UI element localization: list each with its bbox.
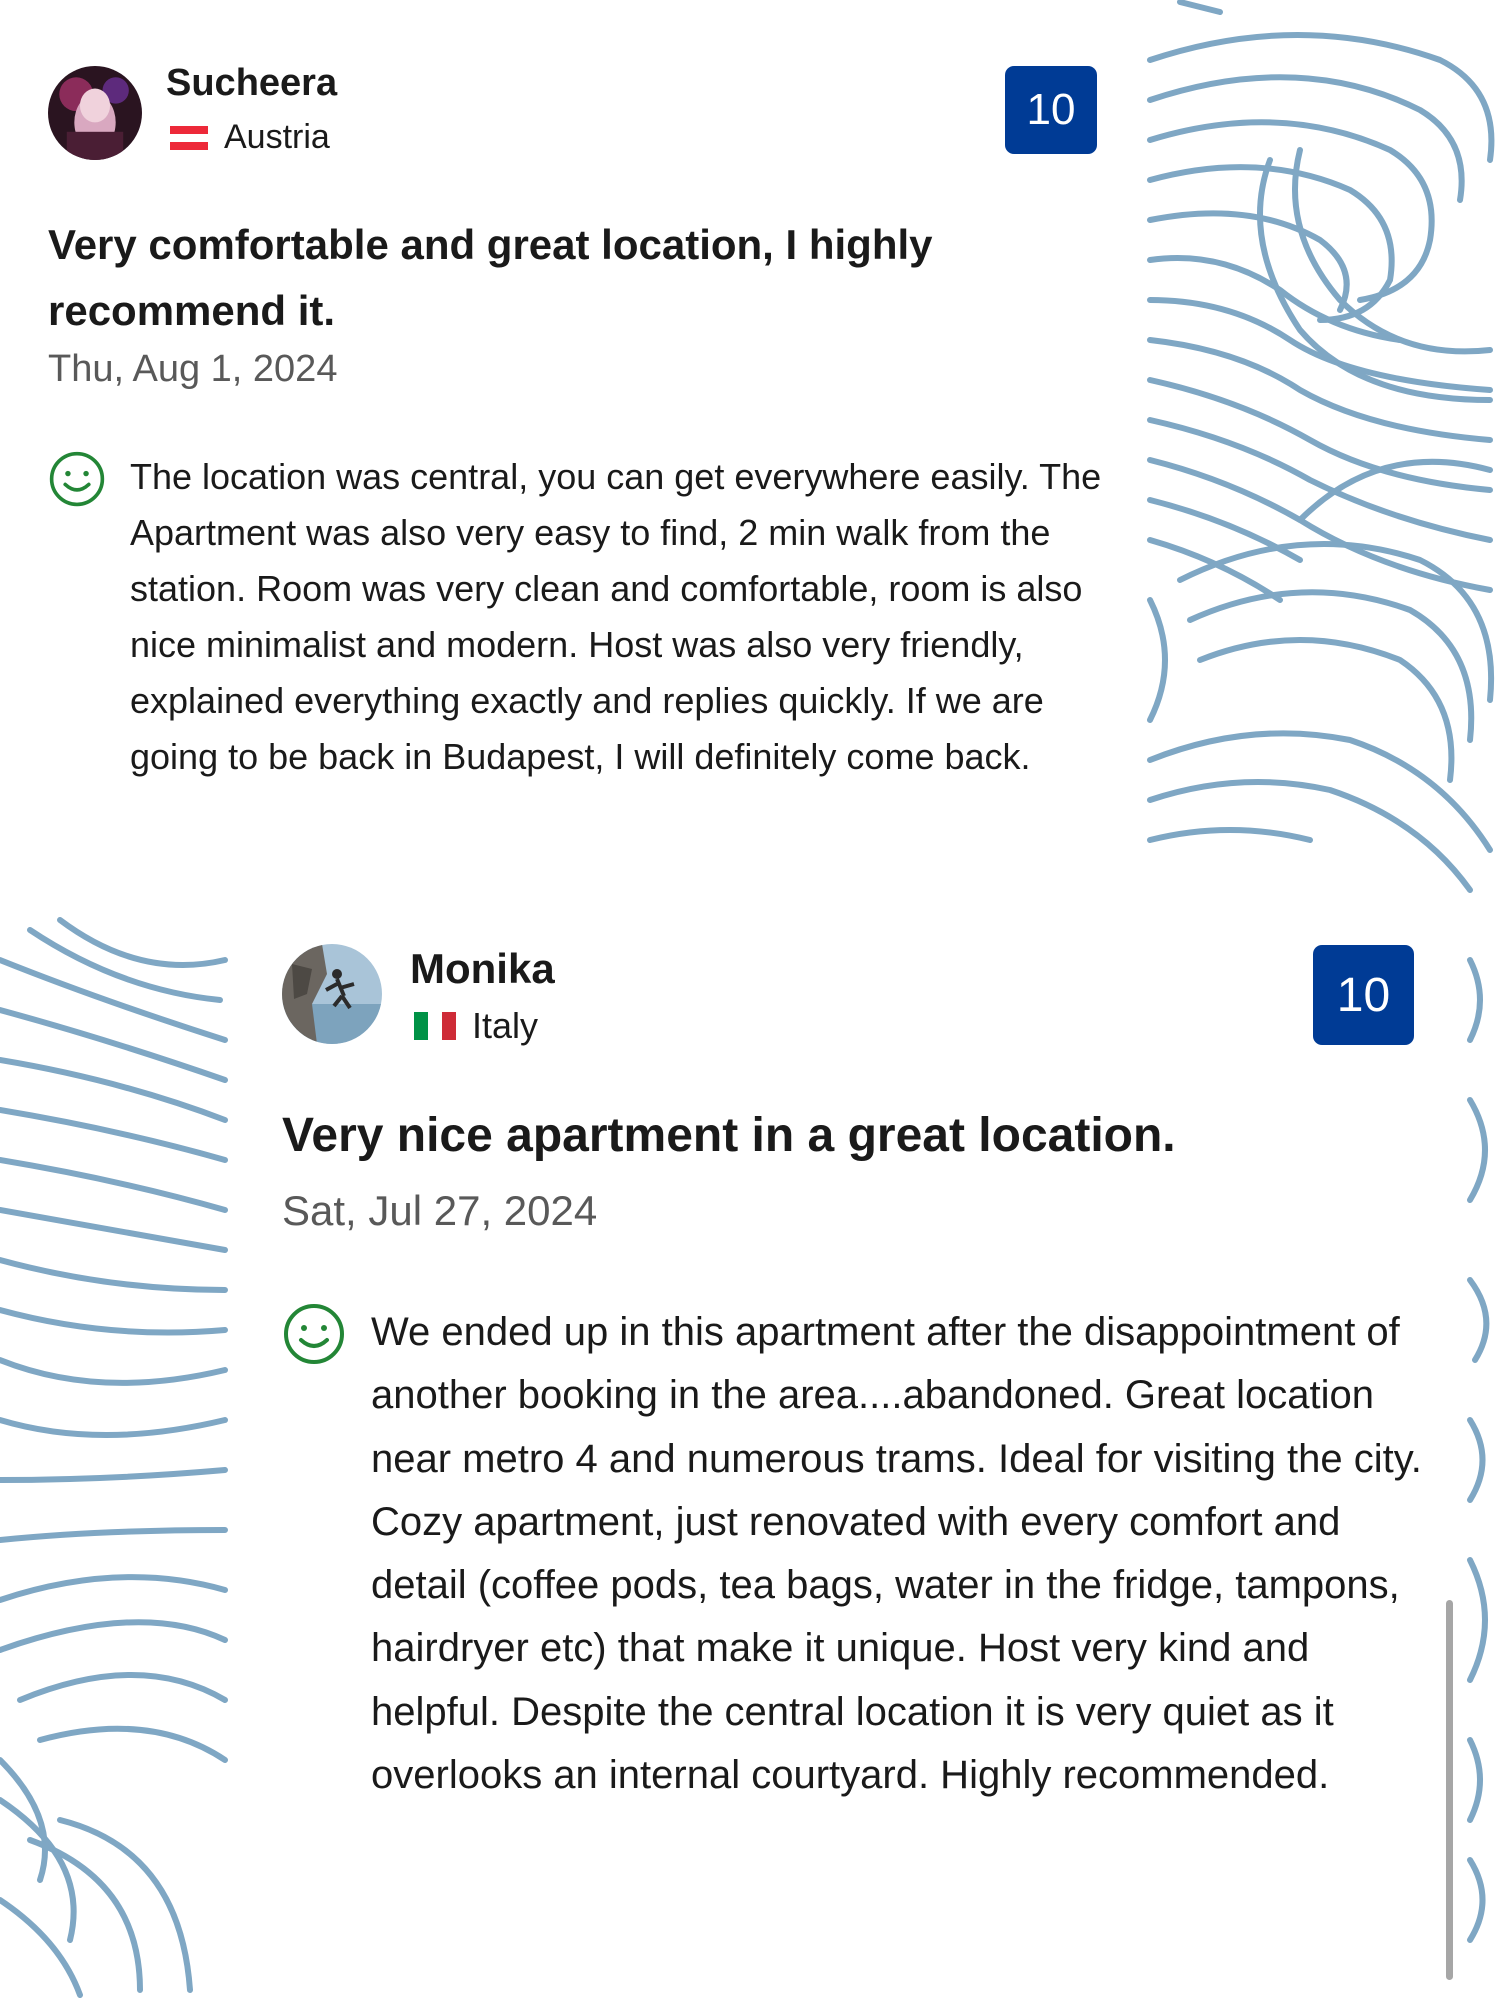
reviewer-name: Sucheera	[166, 62, 338, 104]
review-date: Sat, Jul 27, 2024	[282, 1187, 598, 1234]
score-badge: 10	[1005, 66, 1097, 154]
smiley-icon	[49, 451, 105, 507]
reviewer-country: Italy	[414, 1005, 538, 1047]
reviewer-name: Monika	[410, 945, 555, 992]
review-card: Sucheera Austria 10 Very comfortable and…	[0, 0, 1145, 892]
review-title: Very nice apartment in a great location.	[282, 1109, 1176, 1162]
score-badge: 10	[1313, 945, 1414, 1045]
scrollbar[interactable]	[1446, 1600, 1453, 1980]
review-card: Monika Italy 10 Very nice apartment in a…	[232, 910, 1464, 2000]
country-label: Austria	[224, 118, 330, 156]
review-body: The location was central, you can get ev…	[130, 456, 1102, 777]
avatar[interactable]	[48, 66, 142, 160]
smiley-icon	[284, 1304, 344, 1364]
review-date: Thu, Aug 1, 2024	[48, 348, 338, 390]
italy-flag-icon	[414, 1012, 456, 1040]
review-title: Very comfortable and great location, I h…	[48, 221, 933, 334]
review-body: We ended up in this apartment after the …	[371, 1310, 1422, 1798]
reviewer-country: Austria	[170, 118, 330, 157]
austria-flag-icon	[170, 125, 208, 150]
country-label: Italy	[472, 1005, 539, 1046]
avatar[interactable]	[282, 944, 382, 1044]
